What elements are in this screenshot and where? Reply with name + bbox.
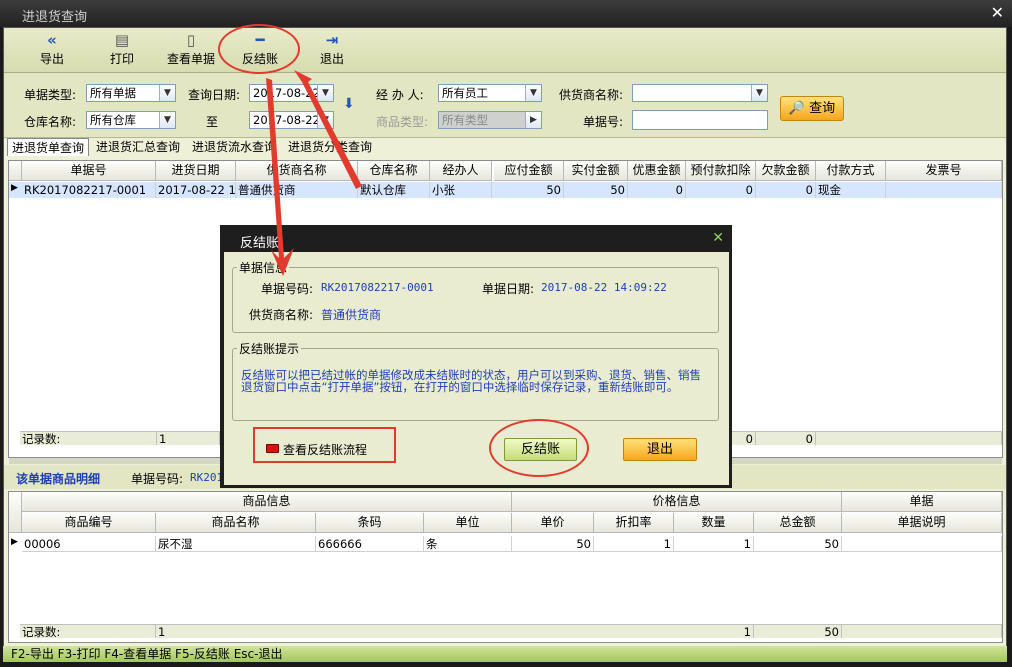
annotation-arrows xyxy=(266,70,362,276)
arrow-to-dialog xyxy=(266,78,294,276)
arrow-to-toolbar xyxy=(294,70,362,189)
